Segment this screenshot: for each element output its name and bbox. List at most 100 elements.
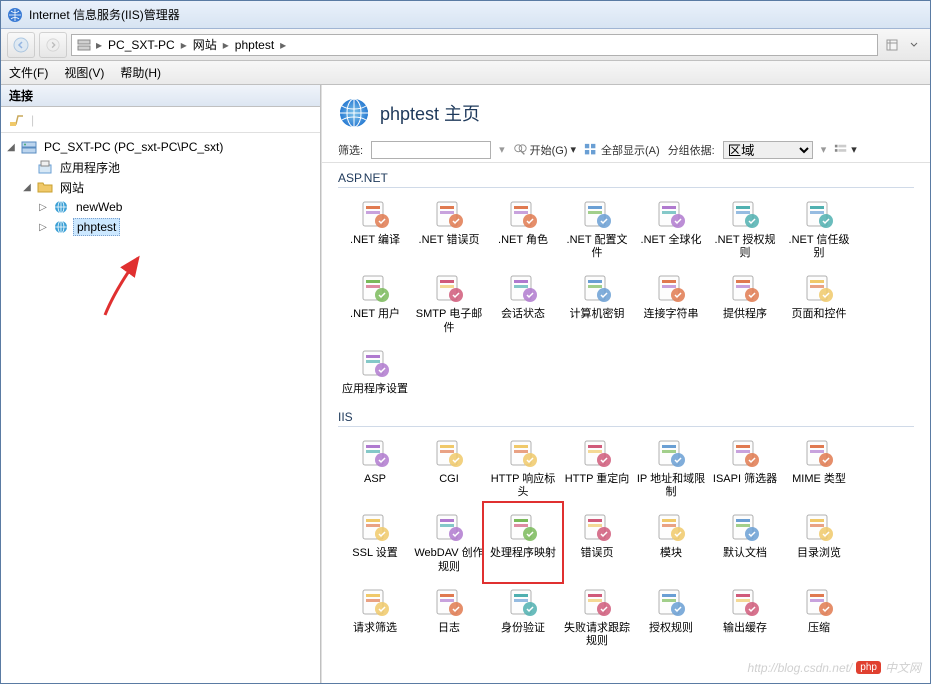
feature-icon-item[interactable]: 提供程序 [708,266,782,340]
feature-icon-item[interactable]: 会话状态 [486,266,560,340]
breadcrumb[interactable]: ▸ PC_SXT-PC ▸ 网站 ▸ phptest ▸ [71,34,878,56]
feature-icon-item[interactable]: HTTP 响应标头 [486,431,560,505]
content-header: phptest 主页 [322,85,930,137]
nav-more-button[interactable] [904,35,924,55]
menu-help[interactable]: 帮助(H) [120,64,161,81]
feature-icon-item[interactable]: 模块 [634,505,708,579]
window-title: Internet 信息服务(IIS)管理器 [29,6,180,23]
nav-back-button[interactable] [7,32,35,58]
feature-icon-item[interactable]: .NET 信任级别 [782,192,856,266]
expand-icon[interactable]: ▷ [37,222,49,233]
feature-label: .NET 错误页 [419,234,480,247]
feature-label: SMTP 电子邮件 [414,308,484,334]
feature-label: 页面和控件 [792,308,847,321]
feature-icon-item[interactable]: 处理程序映射 [486,505,560,579]
feature-icon-item[interactable]: 默认文档 [708,505,782,579]
nav-home-button[interactable] [882,35,902,55]
feature-icon-item[interactable]: .NET 错误页 [412,192,486,266]
feature-icon-item[interactable]: 计算机密钥 [560,266,634,340]
feature-icon-item[interactable]: .NET 编译 [338,192,412,266]
feature-label: .NET 配置文件 [562,234,632,260]
feature-icon-item[interactable]: .NET 配置文件 [560,192,634,266]
connections-button[interactable] [7,110,27,130]
feature-icon-item[interactable]: 目录浏览 [782,505,856,579]
feature-icon [803,586,835,618]
feature-label: HTTP 重定向 [565,473,630,486]
feature-icon-item[interactable]: 身份验证 [486,580,560,654]
chevron-right-icon: ▸ [280,38,286,52]
filter-input[interactable] [371,141,491,159]
feature-icon [729,198,761,230]
collapse-icon[interactable]: ◢ [21,182,33,193]
feature-icon [655,272,687,304]
tree-app-pools[interactable]: 应用程序池 [5,157,316,177]
feature-icon-item[interactable]: HTTP 重定向 [560,431,634,505]
feature-icon-item[interactable]: 输出缓存 [708,580,782,654]
feature-icon-item[interactable]: WebDAV 创作规则 [412,505,486,579]
feature-label: SSL 设置 [352,547,397,560]
tree-label: newWeb [73,199,125,215]
feature-icon-item[interactable]: .NET 用户 [338,266,412,340]
feature-icon-item[interactable]: 错误页 [560,505,634,579]
sidebar-header: 连接 [1,85,320,107]
feature-icon-item[interactable]: 应用程序设置 [338,341,412,402]
feature-icon [729,272,761,304]
feature-icon-item[interactable]: .NET 角色 [486,192,560,266]
filter-bar: 筛选: ▾ 开始(G) ▾ 全部显示(A) 分组依据: 区域 ▾ ▾ [322,137,930,163]
feature-icon-item[interactable]: .NET 授权规则 [708,192,782,266]
group-by-select[interactable]: 区域 [723,141,813,159]
feature-icon-item[interactable]: 授权规则 [634,580,708,654]
feature-label: IP 地址和域限制 [636,473,706,499]
globe-icon [53,219,69,235]
feature-icon-item[interactable]: ISAPI 筛选器 [708,431,782,505]
feature-label: 模块 [660,547,682,560]
feature-icon-item[interactable]: IP 地址和域限制 [634,431,708,505]
feature-label: 提供程序 [723,308,767,321]
tree-view: ◢ PC_SXT-PC (PC_sxt-PC\PC_sxt) 应用程序池 ◢ 网… [1,133,320,683]
feature-icon-item[interactable]: 日志 [412,580,486,654]
feature-label: 身份验证 [501,622,545,635]
tree-root[interactable]: ◢ PC_SXT-PC (PC_sxt-PC\PC_sxt) [5,137,316,157]
menu-view[interactable]: 视图(V) [64,64,104,81]
breadcrumb-item[interactable]: PC_SXT-PC [106,38,177,52]
server-icon [76,37,92,53]
feature-label: 默认文档 [723,547,767,560]
breadcrumb-item[interactable]: phptest [233,38,276,52]
feature-icon-item[interactable]: SSL 设置 [338,505,412,579]
icon-groups: ASP.NET .NET 编译 .NET 错误页 .NET 角色 .NET 配置… [322,163,930,683]
app-pools-icon [37,159,53,175]
feature-icon-item[interactable]: SMTP 电子邮件 [412,266,486,340]
nav-forward-button[interactable] [39,32,67,58]
feature-icon-item[interactable]: 失败请求跟踪规则 [560,580,634,654]
sidebar-toolbar: | [1,107,320,133]
tree-site-phptest[interactable]: ▷ phptest [5,217,316,237]
iis-app-icon [7,7,23,23]
feature-label: MIME 类型 [792,473,846,486]
icon-grid: .NET 编译 .NET 错误页 .NET 角色 .NET 配置文件 .NET … [338,192,914,402]
feature-icon-item[interactable]: MIME 类型 [782,431,856,505]
feature-icon-item[interactable]: 连接字符串 [634,266,708,340]
menu-file[interactable]: 文件(F) [9,64,48,81]
feature-icon [507,272,539,304]
feature-label: 应用程序设置 [342,383,408,396]
feature-icon [581,511,613,543]
feature-icon-item[interactable]: CGI [412,431,486,505]
breadcrumb-item[interactable]: 网站 [191,36,219,53]
feature-label: 会话状态 [501,308,545,321]
feature-icon [655,198,687,230]
view-mode-button[interactable]: ▾ [834,143,857,157]
feature-icon-item[interactable]: .NET 全球化 [634,192,708,266]
feature-icon [359,511,391,543]
feature-label: 输出缓存 [723,622,767,635]
feature-icon-item[interactable]: 请求筛选 [338,580,412,654]
feature-icon-item[interactable]: 页面和控件 [782,266,856,340]
filter-start-button[interactable]: 开始(G) ▾ [513,142,576,158]
feature-icon-item[interactable]: 压缩 [782,580,856,654]
filter-showall-button[interactable]: 全部显示(A) [584,142,660,158]
collapse-icon[interactable]: ◢ [5,142,17,153]
tree-site-newweb[interactable]: ▷ newWeb [5,197,316,217]
group-by-label: 分组依据: [668,142,715,158]
expand-icon[interactable]: ▷ [37,202,49,213]
feature-icon-item[interactable]: ASP [338,431,412,505]
tree-sites[interactable]: ◢ 网站 [5,177,316,197]
